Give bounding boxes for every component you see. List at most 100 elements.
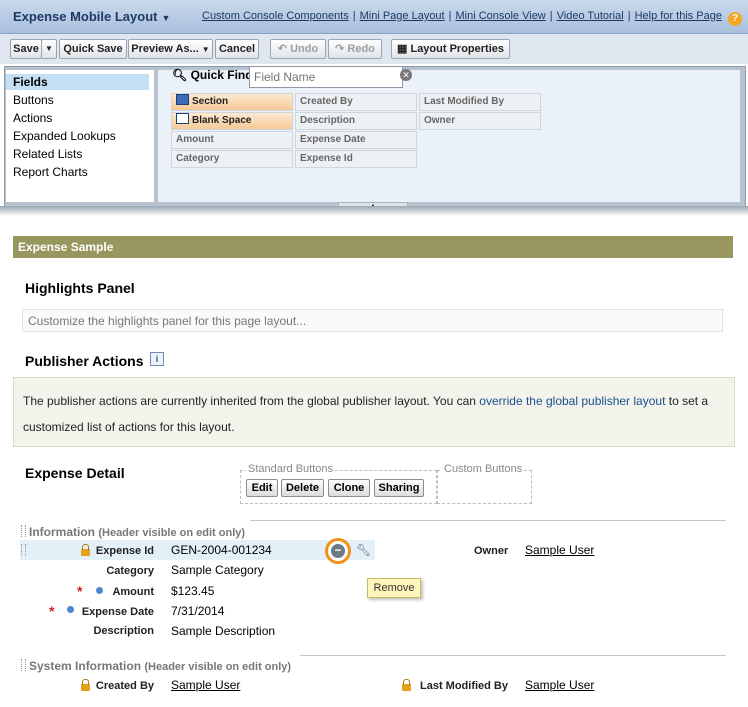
video-tutorial-link[interactable]: Video Tutorial	[557, 10, 624, 22]
field-label-owner: Owner	[474, 545, 509, 557]
field-label-expense-date: Expense Date	[81, 606, 154, 618]
palette-field-expense-id[interactable]: Expense Id	[295, 150, 417, 168]
header-links: Custom Console Components | Mini Page Layo…	[202, 10, 742, 26]
remove-field-button[interactable]: −	[325, 538, 351, 564]
palette-field-last-modified-by[interactable]: Last Modified By	[419, 93, 541, 111]
drag-handle-icon[interactable]	[21, 659, 26, 671]
palette-field-description[interactable]: Description	[295, 112, 417, 130]
lock-icon	[81, 544, 90, 556]
save-menu-button[interactable]: ▼	[41, 39, 57, 59]
quick-find-label: Quick Find	[190, 68, 253, 82]
search-icon: 🔍︎	[172, 68, 188, 82]
palette-field-expense-date[interactable]: Expense Date	[295, 131, 417, 149]
field-value-description[interactable]: Sample Description	[171, 624, 275, 638]
preview-as-label: Preview As...	[131, 43, 199, 55]
redo-icon: ↷	[335, 43, 345, 55]
toolbar: Save ▼ Quick Save Preview As... ▼ Cancel…	[0, 34, 748, 64]
standard-buttons-label: Standard Buttons	[246, 463, 336, 475]
custom-buttons-label: Custom Buttons	[442, 463, 525, 475]
field-value-expense-date[interactable]: 7/31/2014	[171, 604, 224, 618]
quick-find: 🔍︎ Quick Find	[172, 68, 253, 82]
palette-nav-fields[interactable]: Fields	[6, 74, 149, 90]
information-title: Information	[29, 525, 95, 539]
field-label-expense-id: Expense Id	[95, 545, 154, 557]
palette-nav-related-lists[interactable]: Related Lists	[6, 146, 149, 162]
override-publisher-layout-link[interactable]: override the global publisher layout	[479, 394, 665, 408]
layout-selector[interactable]: Expense Mobile Layout ▼	[13, 9, 170, 24]
system-information-subtitle: (Header visible on edit only)	[144, 661, 292, 673]
drag-handle-icon[interactable]	[21, 525, 26, 537]
palette-field-amount[interactable]: Amount	[171, 131, 293, 149]
cancel-button[interactable]: Cancel	[215, 39, 259, 59]
publisher-text: The publisher actions are currently inhe…	[23, 394, 480, 408]
undo-button[interactable]: ↶ Undo	[270, 39, 326, 59]
layout-properties-button[interactable]: ▦ Layout Properties	[391, 39, 510, 59]
palette-field-created-by[interactable]: Created By	[295, 93, 417, 111]
link-separator: |	[549, 10, 553, 22]
save-button[interactable]: Save	[10, 39, 42, 59]
system-information-section-title[interactable]: System Information (Header visible on ed…	[29, 659, 291, 673]
undo-label: Undo	[290, 43, 319, 55]
delete-button[interactable]: Delete	[281, 479, 324, 497]
highlights-panel-title: Highlights Panel	[25, 280, 135, 296]
field-value-last-modified-by[interactable]: Sample User	[525, 678, 594, 692]
lock-icon	[81, 679, 90, 691]
layout-properties-label: Layout Properties	[410, 43, 504, 55]
palette-field-section[interactable]: Section	[171, 93, 293, 111]
layout-properties-icon: ▦	[397, 43, 408, 55]
layout-title: Expense Mobile Layout	[13, 9, 158, 24]
palette-nav-buttons[interactable]: Buttons	[6, 92, 149, 108]
palette-nav-report-charts[interactable]: Report Charts	[6, 164, 149, 180]
highlights-panel-dropzone[interactable]: Customize the highlights panel for this …	[22, 309, 723, 332]
preview-as-button[interactable]: Preview As... ▼	[128, 39, 213, 59]
required-marker: *	[77, 583, 83, 599]
palette-field-label: Section	[192, 96, 229, 107]
field-value-expense-id[interactable]: GEN-2004-001234	[171, 543, 272, 557]
redo-label: Redo	[347, 43, 375, 55]
custom-console-components-link[interactable]: Custom Console Components	[202, 10, 349, 22]
undo-icon: ↶	[277, 43, 288, 55]
palette-field-owner[interactable]: Owner	[419, 112, 541, 130]
minus-icon: −	[331, 544, 345, 558]
palette-nav: Fields Buttons Actions Expanded Lookups …	[6, 70, 154, 202]
field-value-owner[interactable]: Sample User	[525, 543, 594, 557]
remove-tooltip: Remove	[367, 578, 421, 598]
palette-divider	[0, 206, 748, 216]
palette-nav-actions[interactable]: Actions	[6, 110, 149, 126]
chevron-down-icon: ▼	[201, 45, 210, 54]
palette-field-category[interactable]: Category	[171, 150, 293, 168]
link-separator: |	[448, 10, 452, 22]
palette-nav-expanded-lookups[interactable]: Expanded Lookups	[6, 128, 149, 144]
field-label-category: Category	[106, 565, 154, 577]
quick-find-input[interactable]	[249, 66, 403, 88]
quick-save-button[interactable]: Quick Save	[59, 39, 127, 59]
link-separator: |	[352, 10, 356, 22]
help-link[interactable]: Help for this Page	[635, 10, 722, 22]
required-dot-icon	[96, 587, 103, 594]
mini-page-layout-link[interactable]: Mini Page Layout	[360, 10, 445, 22]
field-value-category[interactable]: Sample Category	[171, 563, 264, 577]
information-section-title[interactable]: Information (Header visible on edit only…	[29, 525, 245, 539]
chevron-down-icon: ▼	[161, 13, 171, 23]
info-icon[interactable]: i	[150, 352, 164, 366]
redo-button[interactable]: ↷ Redo	[328, 39, 382, 59]
edit-button[interactable]: Edit	[246, 479, 278, 497]
blank-space-icon	[176, 113, 189, 124]
required-marker: *	[49, 603, 55, 619]
field-value-created-by[interactable]: Sample User	[171, 678, 240, 692]
drag-handle-icon[interactable]	[21, 544, 26, 556]
help-icon[interactable]: ?	[728, 12, 742, 26]
system-information-title: System Information	[29, 659, 142, 673]
palette-field-blank-space[interactable]: Blank Space	[171, 112, 293, 130]
section-divider	[300, 655, 726, 656]
clear-search-icon[interactable]: ✕	[400, 69, 412, 81]
clone-button[interactable]: Clone	[328, 479, 370, 497]
section-icon	[176, 94, 189, 105]
field-value-amount[interactable]: $123.45	[171, 584, 214, 598]
information-subtitle: (Header visible on edit only)	[98, 527, 246, 539]
field-label-created-by: Created By	[95, 680, 154, 692]
layout-editor-header: Expense Mobile Layout ▼ Custom Console Co…	[0, 0, 748, 34]
sharing-button[interactable]: Sharing	[374, 479, 424, 497]
mini-console-view-link[interactable]: Mini Console View	[455, 10, 545, 22]
wrench-icon[interactable]: 🔧︎	[356, 543, 371, 557]
